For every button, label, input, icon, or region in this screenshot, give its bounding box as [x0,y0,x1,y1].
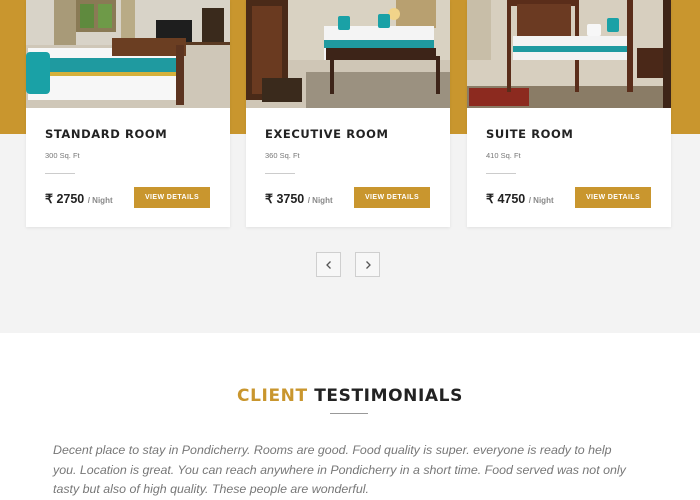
price-period: / Night [528,196,554,205]
testimonial-quote: Decent place to stay in Pondicherry. Roo… [53,443,626,496]
view-details-button-suite[interactable]: VIEW DETAILS [575,187,651,208]
carousel-next-button[interactable] [355,252,380,277]
chevron-left-icon [325,260,331,269]
room-photo-standard[interactable] [26,0,230,108]
price-period: / Night [87,196,113,205]
room-photo-executive[interactable] [246,0,450,108]
rooms-section: STANDARD ROOM 300 Sq. Ft ₹ 2750 / Night … [0,0,700,333]
room-size: 360 Sq. Ft [265,151,300,160]
room-card-suite: SUITE ROOM 410 Sq. Ft ₹ 4750 / Night VIE… [467,0,671,227]
heading-underline [330,413,368,414]
view-details-button-standard[interactable]: VIEW DETAILS [134,187,210,208]
chevron-right-icon [365,260,371,269]
room-size: 410 Sq. Ft [486,151,521,160]
room-name: EXECUTIVE ROOM [265,127,389,141]
room-size: 300 Sq. Ft [45,151,80,160]
room-photo-suite[interactable] [467,0,671,108]
room-name: STANDARD ROOM [45,127,168,141]
price-value: 4750 [497,192,526,206]
testimonials-heading: CLIENT TESTIMONIALS [0,386,700,406]
heading-rest: TESTIMONIALS [314,386,463,406]
divider [486,173,516,174]
room-card-executive: EXECUTIVE ROOM 360 Sq. Ft ₹ 3750 / Night… [246,0,450,227]
room-card-standard: STANDARD ROOM 300 Sq. Ft ₹ 2750 / Night … [26,0,230,227]
room-price: ₹ 3750 / Night [265,191,333,206]
view-details-button-executive[interactable]: VIEW DETAILS [354,187,430,208]
price-value: 3750 [276,192,305,206]
heading-highlight: CLIENT [237,386,308,406]
carousel-prev-button[interactable] [316,252,341,277]
room-price: ₹ 4750 / Night [486,191,554,206]
divider [45,173,75,174]
price-period: / Night [307,196,333,205]
room-name: SUITE ROOM [486,127,574,141]
currency-symbol: ₹ [486,192,494,206]
currency-symbol: ₹ [45,192,53,206]
price-value: 2750 [56,192,85,206]
divider [265,173,295,174]
currency-symbol: ₹ [265,192,273,206]
room-price: ₹ 2750 / Night [45,191,113,206]
